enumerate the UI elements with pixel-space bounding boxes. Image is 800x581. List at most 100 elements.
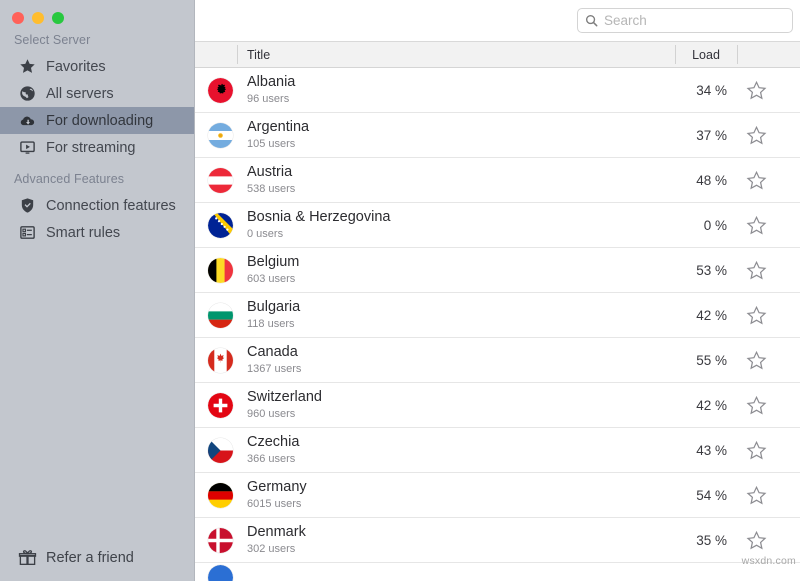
server-list: Albania 96 users 34 % Argentina 105 user… xyxy=(195,68,800,581)
favorite-star-button[interactable] xyxy=(744,528,768,552)
server-load: 54 % xyxy=(696,487,727,503)
row-text: Denmark 302 users xyxy=(247,524,306,556)
column-header-load[interactable]: Load xyxy=(675,48,737,62)
flag-icon-albania xyxy=(208,77,233,103)
minimize-window-button[interactable] xyxy=(32,12,44,24)
user-count: 105 users xyxy=(247,138,296,150)
flag-icon-argentina xyxy=(208,122,233,148)
sidebar-item-connection-features[interactable]: Connection features xyxy=(0,192,194,219)
globe-icon xyxy=(18,84,37,103)
country-name: Czechia xyxy=(247,434,300,450)
favorite-star-button[interactable] xyxy=(744,258,768,282)
country-name: Austria xyxy=(247,164,293,180)
table-row[interactable]: Germany 6015 users 54 % xyxy=(195,473,800,518)
favorite-star-button[interactable] xyxy=(744,348,768,372)
server-load: 34 % xyxy=(696,82,727,98)
flag-icon-bulgaria xyxy=(208,302,233,328)
main-panel: Title Load Albania 96 users 34 % xyxy=(195,0,800,581)
search-field[interactable] xyxy=(577,8,793,33)
shield-check-icon xyxy=(18,196,37,215)
sidebar-item-favorites[interactable]: Favorites xyxy=(0,53,194,80)
table-row[interactable]: Argentina 105 users 37 % xyxy=(195,113,800,158)
user-count: 603 users xyxy=(247,273,296,285)
country-name: Germany xyxy=(247,479,307,495)
user-count: 960 users xyxy=(247,408,296,420)
sidebar-item-for-downloading[interactable]: For downloading xyxy=(0,107,194,134)
row-text: Czechia 366 users xyxy=(247,434,299,466)
refer-a-friend-label: Refer a friend xyxy=(46,549,134,566)
table-header: Title Load xyxy=(195,42,800,68)
table-row[interactable]: Austria 538 users 48 % xyxy=(195,158,800,203)
sidebar: Select Server Favorites All servers For … xyxy=(0,0,195,581)
favorite-star-button[interactable] xyxy=(744,213,768,237)
search-input[interactable] xyxy=(604,13,785,28)
rules-list-icon xyxy=(18,223,37,242)
user-count: 6015 users xyxy=(247,498,302,510)
country-name: Albania xyxy=(247,74,296,90)
row-text: Canada 1367 users xyxy=(247,344,301,376)
row-text: Bulgaria 118 users xyxy=(247,299,300,331)
country-name: Bulgaria xyxy=(247,299,301,315)
sidebar-item-label: Favorites xyxy=(46,58,106,75)
table-row[interactable]: Bosnia & Herzegovina 0 users 0 % xyxy=(195,203,800,248)
close-window-button[interactable] xyxy=(12,12,24,24)
favorite-star-button[interactable] xyxy=(744,168,768,192)
sidebar-item-smart-rules[interactable]: Smart rules xyxy=(0,219,194,246)
country-name: Argentina xyxy=(247,119,310,135)
country-name: Bosnia & Herzegovina xyxy=(247,209,391,225)
country-name: Canada xyxy=(247,344,298,360)
flag-icon-denmark xyxy=(208,527,233,553)
flag-icon-partial xyxy=(208,565,233,581)
row-text: Austria 538 users xyxy=(247,164,295,196)
table-row[interactable] xyxy=(195,563,800,581)
favorite-star-button[interactable] xyxy=(744,78,768,102)
favorite-star-button[interactable] xyxy=(744,483,768,507)
sidebar-section-label-advanced-features: Advanced Features xyxy=(14,172,125,186)
flag-icon-germany xyxy=(208,482,233,508)
favorite-star-button[interactable] xyxy=(744,438,768,462)
table-row[interactable]: Albania 96 users 34 % xyxy=(195,68,800,113)
sidebar-item-all-servers[interactable]: All servers xyxy=(0,80,194,107)
sidebar-section-label-select-server: Select Server xyxy=(14,33,91,47)
flag-icon-switzerland xyxy=(208,392,233,418)
server-load: 43 % xyxy=(696,442,727,458)
maximize-window-button[interactable] xyxy=(52,12,64,24)
flag-icon-czechia xyxy=(208,437,233,463)
row-text: Argentina 105 users xyxy=(247,119,309,151)
cloud-download-icon xyxy=(18,111,37,130)
table-row[interactable]: Canada 1367 users 55 % xyxy=(195,338,800,383)
user-count: 366 users xyxy=(247,453,296,465)
column-header-title[interactable]: Title xyxy=(195,48,270,62)
country-name: Denmark xyxy=(247,524,306,540)
star-icon xyxy=(18,57,37,76)
favorite-star-button[interactable] xyxy=(744,123,768,147)
sidebar-item-label: All servers xyxy=(46,85,114,102)
sidebar-item-for-streaming[interactable]: For streaming xyxy=(0,134,194,161)
flag-icon-bosnia-herzegovina xyxy=(208,212,233,238)
table-row[interactable]: Switzerland 960 users 42 % xyxy=(195,383,800,428)
table-row[interactable]: Belgium 603 users 53 % xyxy=(195,248,800,293)
user-count: 118 users xyxy=(247,318,295,330)
row-text: Germany 6015 users xyxy=(247,479,307,511)
user-count: 1367 users xyxy=(247,363,302,375)
favorite-star-button[interactable] xyxy=(744,393,768,417)
sidebar-item-label: For streaming xyxy=(46,139,136,156)
server-load: 42 % xyxy=(696,307,727,323)
table-row[interactable]: Bulgaria 118 users 42 % xyxy=(195,293,800,338)
column-divider[interactable] xyxy=(737,45,738,64)
server-load: 42 % xyxy=(696,397,727,413)
sidebar-item-label: Smart rules xyxy=(46,224,121,241)
table-row[interactable]: Czechia 366 users 43 % xyxy=(195,428,800,473)
window-controls xyxy=(0,0,194,28)
favorite-star-button[interactable] xyxy=(744,303,768,327)
refer-a-friend-button[interactable]: Refer a friend xyxy=(0,548,134,567)
row-text: Switzerland 960 users xyxy=(247,389,322,421)
table-row[interactable]: Denmark 302 users 35 % xyxy=(195,518,800,563)
flag-icon-austria xyxy=(208,167,233,193)
country-name: Switzerland xyxy=(247,389,322,405)
gift-icon xyxy=(18,548,37,567)
watermark: wsxdn.com xyxy=(741,555,796,567)
column-divider[interactable] xyxy=(237,45,238,64)
user-count: 96 users xyxy=(247,93,290,105)
user-count: 302 users xyxy=(247,543,296,555)
